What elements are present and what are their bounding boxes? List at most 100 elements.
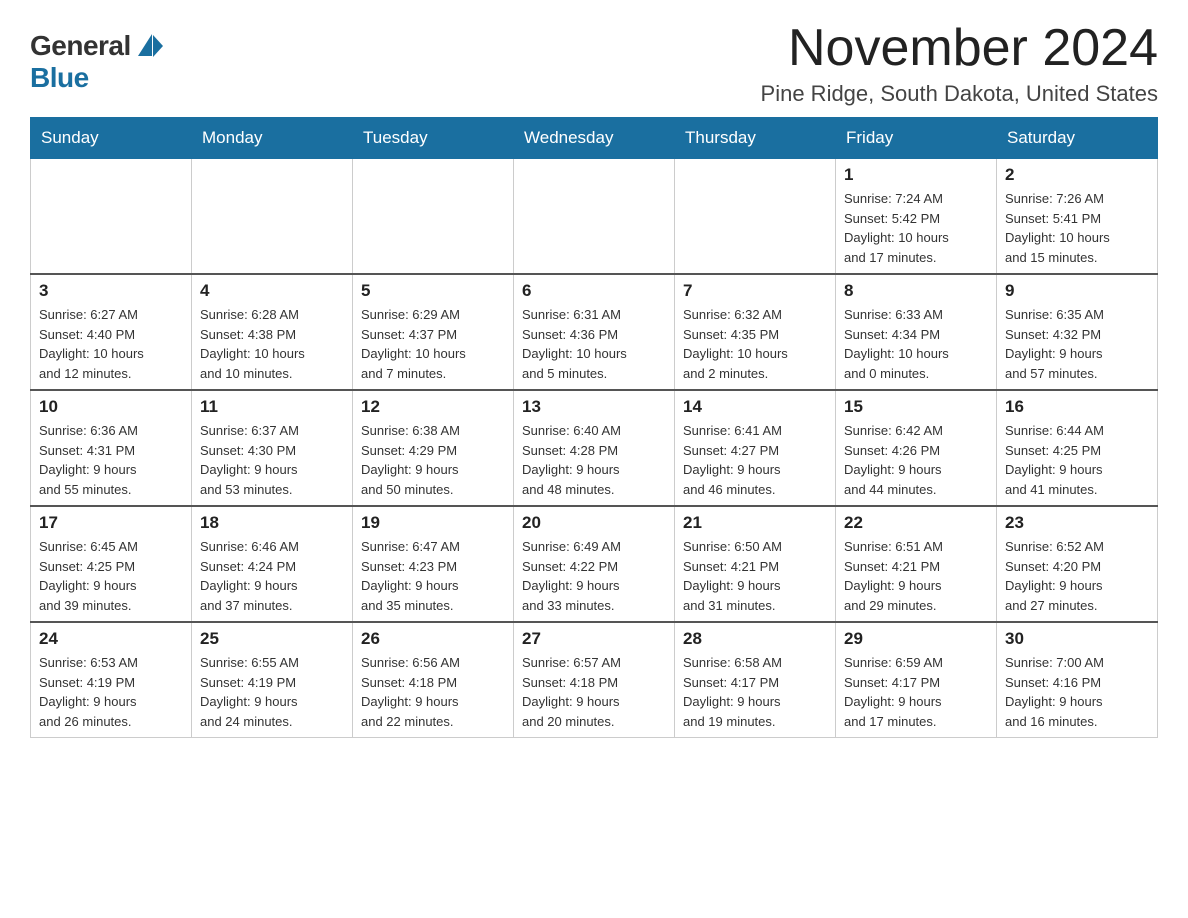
day-number: 24 <box>39 629 183 649</box>
day-info: Sunrise: 6:55 AMSunset: 4:19 PMDaylight:… <box>200 653 344 731</box>
weekday-header-friday: Friday <box>836 118 997 159</box>
day-number: 13 <box>522 397 666 417</box>
calendar-cell: 23 Sunrise: 6:52 AMSunset: 4:20 PMDayligh… <box>997 506 1158 622</box>
day-info: Sunrise: 6:29 AMSunset: 4:37 PMDaylight:… <box>361 305 505 383</box>
day-number: 1 <box>844 165 988 185</box>
day-number: 28 <box>683 629 827 649</box>
calendar-cell: 1 Sunrise: 7:24 AMSunset: 5:42 PMDaylight… <box>836 159 997 275</box>
day-number: 2 <box>1005 165 1149 185</box>
day-info: Sunrise: 7:26 AMSunset: 5:41 PMDaylight:… <box>1005 189 1149 267</box>
day-info: Sunrise: 7:24 AMSunset: 5:42 PMDaylight:… <box>844 189 988 267</box>
day-info: Sunrise: 6:44 AMSunset: 4:25 PMDaylight:… <box>1005 421 1149 499</box>
day-info: Sunrise: 6:37 AMSunset: 4:30 PMDaylight:… <box>200 421 344 499</box>
day-info: Sunrise: 6:45 AMSunset: 4:25 PMDaylight:… <box>39 537 183 615</box>
day-number: 17 <box>39 513 183 533</box>
calendar-cell: 29Sunrise: 6:59 AMSunset: 4:17 PMDayligh… <box>836 622 997 738</box>
week-row-1: 1 Sunrise: 7:24 AMSunset: 5:42 PMDaylight… <box>31 159 1158 275</box>
day-number: 18 <box>200 513 344 533</box>
calendar-cell: 20 Sunrise: 6:49 AMSunset: 4:22 PMDayligh… <box>514 506 675 622</box>
calendar-cell: 13Sunrise: 6:40 AMSunset: 4:28 PMDayligh… <box>514 390 675 506</box>
calendar-cell: 6Sunrise: 6:31 AMSunset: 4:36 PMDaylight… <box>514 274 675 390</box>
calendar-cell: 12 Sunrise: 6:38 AMSunset: 4:29 PMDayligh… <box>353 390 514 506</box>
day-number: 29 <box>844 629 988 649</box>
day-number: 10 <box>39 397 183 417</box>
logo: General Blue <box>30 20 163 94</box>
calendar-cell: 2 Sunrise: 7:26 AMSunset: 5:41 PMDaylight… <box>997 159 1158 275</box>
day-number: 20 <box>522 513 666 533</box>
weekday-header-saturday: Saturday <box>997 118 1158 159</box>
calendar-cell: 26Sunrise: 6:56 AMSunset: 4:18 PMDayligh… <box>353 622 514 738</box>
calendar-cell: 11 Sunrise: 6:37 AMSunset: 4:30 PMDayligh… <box>192 390 353 506</box>
calendar-cell: 28 Sunrise: 6:58 AMSunset: 4:17 PMDayligh… <box>675 622 836 738</box>
week-row-5: 24 Sunrise: 6:53 AMSunset: 4:19 PMDayligh… <box>31 622 1158 738</box>
day-info: Sunrise: 6:27 AMSunset: 4:40 PMDaylight:… <box>39 305 183 383</box>
logo-triangle-small-icon <box>153 35 163 57</box>
day-info: Sunrise: 6:46 AMSunset: 4:24 PMDaylight:… <box>200 537 344 615</box>
title-area: November 2024 Pine Ridge, South Dakota, … <box>761 20 1158 107</box>
day-info: Sunrise: 6:42 AMSunset: 4:26 PMDaylight:… <box>844 421 988 499</box>
day-info: Sunrise: 6:58 AMSunset: 4:17 PMDaylight:… <box>683 653 827 731</box>
day-info: Sunrise: 6:51 AMSunset: 4:21 PMDaylight:… <box>844 537 988 615</box>
day-number: 22 <box>844 513 988 533</box>
day-number: 30 <box>1005 629 1149 649</box>
calendar-cell <box>675 159 836 275</box>
day-info: Sunrise: 6:35 AMSunset: 4:32 PMDaylight:… <box>1005 305 1149 383</box>
weekday-header-wednesday: Wednesday <box>514 118 675 159</box>
day-number: 16 <box>1005 397 1149 417</box>
day-number: 12 <box>361 397 505 417</box>
day-number: 26 <box>361 629 505 649</box>
weekday-header-sunday: Sunday <box>31 118 192 159</box>
calendar-cell: 10 Sunrise: 6:36 AMSunset: 4:31 PMDayligh… <box>31 390 192 506</box>
day-number: 21 <box>683 513 827 533</box>
day-info: Sunrise: 6:52 AMSunset: 4:20 PMDaylight:… <box>1005 537 1149 615</box>
calendar-cell <box>353 159 514 275</box>
calendar-cell <box>192 159 353 275</box>
day-info: Sunrise: 6:53 AMSunset: 4:19 PMDaylight:… <box>39 653 183 731</box>
day-info: Sunrise: 6:50 AMSunset: 4:21 PMDaylight:… <box>683 537 827 615</box>
weekday-header-tuesday: Tuesday <box>353 118 514 159</box>
calendar-cell: 27 Sunrise: 6:57 AMSunset: 4:18 PMDayligh… <box>514 622 675 738</box>
calendar-cell: 15 Sunrise: 6:42 AMSunset: 4:26 PMDayligh… <box>836 390 997 506</box>
day-info: Sunrise: 6:36 AMSunset: 4:31 PMDaylight:… <box>39 421 183 499</box>
weekday-header-thursday: Thursday <box>675 118 836 159</box>
day-number: 14 <box>683 397 827 417</box>
day-number: 9 <box>1005 281 1149 301</box>
month-title: November 2024 <box>761 20 1158 77</box>
calendar-cell: 14 Sunrise: 6:41 AMSunset: 4:27 PMDayligh… <box>675 390 836 506</box>
day-number: 15 <box>844 397 988 417</box>
day-number: 23 <box>1005 513 1149 533</box>
weekday-header-row: SundayMondayTuesdayWednesdayThursdayFrid… <box>31 118 1158 159</box>
day-number: 7 <box>683 281 827 301</box>
day-info: Sunrise: 6:49 AMSunset: 4:22 PMDaylight:… <box>522 537 666 615</box>
day-number: 5 <box>361 281 505 301</box>
day-info: Sunrise: 6:57 AMSunset: 4:18 PMDaylight:… <box>522 653 666 731</box>
calendar-cell: 18 Sunrise: 6:46 AMSunset: 4:24 PMDayligh… <box>192 506 353 622</box>
week-row-4: 17 Sunrise: 6:45 AMSunset: 4:25 PMDayligh… <box>31 506 1158 622</box>
calendar-cell: 22 Sunrise: 6:51 AMSunset: 4:21 PMDayligh… <box>836 506 997 622</box>
calendar-cell: 17 Sunrise: 6:45 AMSunset: 4:25 PMDayligh… <box>31 506 192 622</box>
calendar-cell: 5 Sunrise: 6:29 AMSunset: 4:37 PMDaylight… <box>353 274 514 390</box>
day-number: 4 <box>200 281 344 301</box>
day-number: 11 <box>200 397 344 417</box>
calendar-cell: 7Sunrise: 6:32 AMSunset: 4:35 PMDaylight… <box>675 274 836 390</box>
weekday-header-monday: Monday <box>192 118 353 159</box>
day-number: 27 <box>522 629 666 649</box>
calendar-cell: 25 Sunrise: 6:55 AMSunset: 4:19 PMDayligh… <box>192 622 353 738</box>
day-info: Sunrise: 6:28 AMSunset: 4:38 PMDaylight:… <box>200 305 344 383</box>
calendar-cell <box>31 159 192 275</box>
day-number: 8 <box>844 281 988 301</box>
day-number: 25 <box>200 629 344 649</box>
logo-blue-text: Blue <box>30 62 89 94</box>
calendar-cell: 8Sunrise: 6:33 AMSunset: 4:34 PMDaylight… <box>836 274 997 390</box>
day-info: Sunrise: 6:47 AMSunset: 4:23 PMDaylight:… <box>361 537 505 615</box>
calendar-cell: 24 Sunrise: 6:53 AMSunset: 4:19 PMDayligh… <box>31 622 192 738</box>
logo-triangle-icon <box>138 34 152 56</box>
day-info: Sunrise: 6:41 AMSunset: 4:27 PMDaylight:… <box>683 421 827 499</box>
day-info: Sunrise: 6:38 AMSunset: 4:29 PMDaylight:… <box>361 421 505 499</box>
calendar-cell: 19 Sunrise: 6:47 AMSunset: 4:23 PMDayligh… <box>353 506 514 622</box>
calendar-table: SundayMondayTuesdayWednesdayThursdayFrid… <box>30 117 1158 738</box>
day-number: 19 <box>361 513 505 533</box>
calendar-cell: 4 Sunrise: 6:28 AMSunset: 4:38 PMDaylight… <box>192 274 353 390</box>
calendar-cell <box>514 159 675 275</box>
day-info: Sunrise: 6:31 AMSunset: 4:36 PMDaylight:… <box>522 305 666 383</box>
